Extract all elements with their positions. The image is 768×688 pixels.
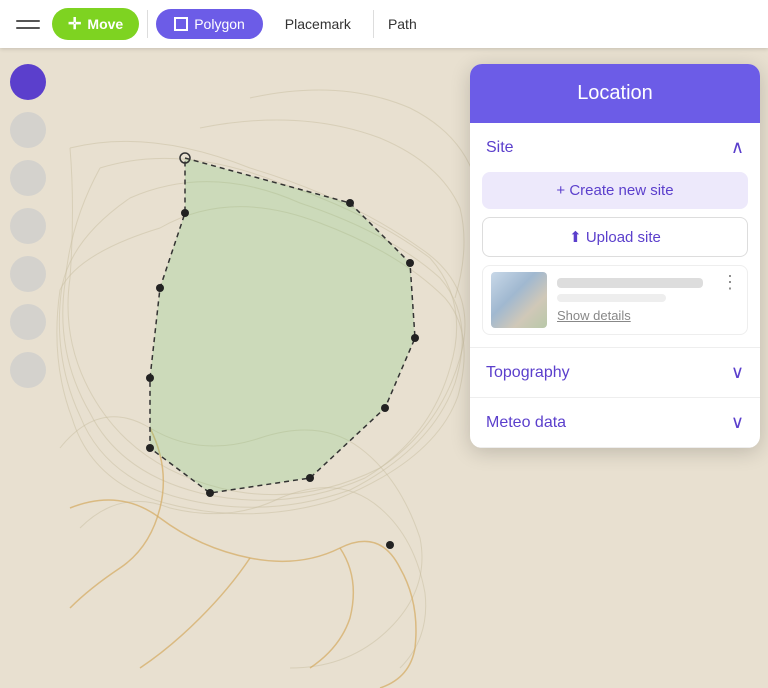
sidebar-dot-5[interactable] — [10, 256, 46, 292]
vertex-6 — [306, 474, 314, 482]
vertex-end — [386, 541, 394, 549]
meteo-section-header[interactable]: Meteo data ∨ — [470, 398, 760, 447]
path-button[interactable]: Path — [373, 10, 431, 38]
placemark-button[interactable]: Placemark — [271, 10, 365, 38]
topography-section: Topography ∨ — [470, 348, 760, 398]
polygon-icon — [174, 17, 188, 31]
site-section: Site ∧ + Create new site ⬆ Upload site S… — [470, 123, 760, 348]
map-container[interactable]: Location Site ∧ + Create new site ⬆ Uplo… — [0, 48, 768, 688]
create-site-button[interactable]: + Create new site — [482, 172, 748, 209]
vertex-2 — [346, 199, 354, 207]
polygon-button[interactable]: Polygon — [156, 9, 263, 39]
create-site-label: + Create new site — [556, 182, 673, 199]
sidebar-dot-6[interactable] — [10, 304, 46, 340]
upload-site-label: ⬆ Upload site — [569, 228, 661, 246]
vertex-11 — [181, 209, 189, 217]
vertex-7 — [206, 489, 214, 497]
site-name-bar-2 — [557, 294, 666, 302]
panel-header: Location — [470, 64, 760, 123]
path-label: Path — [388, 16, 417, 32]
move-icon: ✛ — [68, 14, 81, 34]
vertex-3 — [406, 259, 414, 267]
sidebar-dot-3[interactable] — [10, 160, 46, 196]
toolbar: ✛ Move Polygon Placemark Path — [0, 0, 768, 48]
site-section-content: + Create new site ⬆ Upload site Show det… — [470, 172, 760, 347]
left-sidebar — [0, 48, 56, 688]
site-info: Show details — [557, 278, 739, 323]
show-details-link[interactable]: Show details — [557, 308, 739, 323]
toolbar-divider — [147, 10, 148, 38]
site-more-button[interactable]: ⋮ — [721, 272, 739, 293]
vertex-5 — [381, 404, 389, 412]
sidebar-dot-2[interactable] — [10, 112, 46, 148]
site-section-title: Site — [486, 139, 514, 157]
sidebar-dot-1[interactable] — [10, 64, 46, 100]
site-name-bar-1 — [557, 278, 703, 288]
placemark-label: Placemark — [285, 16, 351, 32]
vertex-8 — [146, 444, 154, 452]
panel-title: Location — [577, 82, 653, 104]
sidebar-dot-7[interactable] — [10, 352, 46, 388]
vertex-10 — [156, 284, 164, 292]
meteo-section-title: Meteo data — [486, 414, 566, 432]
site-chevron: ∧ — [731, 137, 744, 158]
vertex-4 — [411, 334, 419, 342]
menu-button[interactable] — [12, 8, 44, 40]
meteo-section: Meteo data ∨ — [470, 398, 760, 448]
meteo-chevron: ∨ — [731, 412, 744, 433]
polygon-label: Polygon — [194, 16, 245, 32]
topography-section-title: Topography — [486, 364, 570, 382]
polygon-overlay — [150, 158, 415, 493]
upload-site-button[interactable]: ⬆ Upload site — [482, 217, 748, 257]
move-button[interactable]: ✛ Move — [52, 8, 139, 40]
vertex-9 — [146, 374, 154, 382]
right-panel: Location Site ∧ + Create new site ⬆ Uplo… — [470, 64, 760, 448]
move-label: Move — [87, 16, 123, 32]
topography-section-header[interactable]: Topography ∨ — [470, 348, 760, 397]
site-thumbnail — [491, 272, 547, 328]
topography-chevron: ∨ — [731, 362, 744, 383]
site-card: Show details ⋮ — [482, 265, 748, 335]
sidebar-dot-4[interactable] — [10, 208, 46, 244]
site-section-header[interactable]: Site ∧ — [470, 123, 760, 172]
